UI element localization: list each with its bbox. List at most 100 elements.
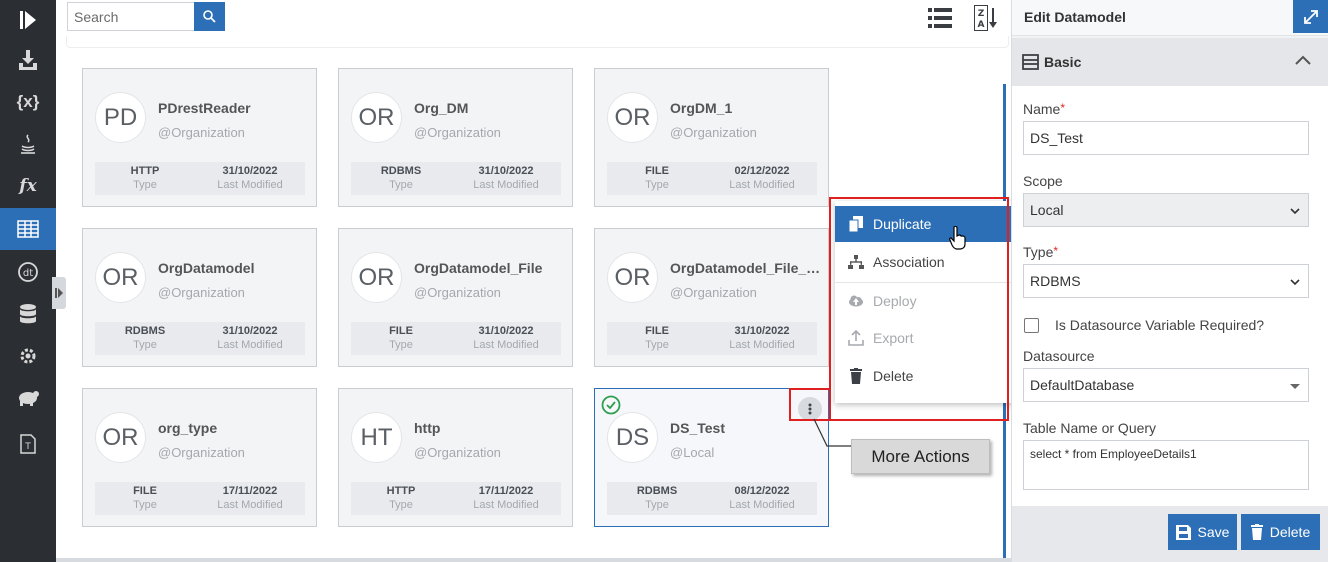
logo-play-icon[interactable] [0,0,56,40]
hadoop-icon[interactable] [0,378,56,418]
datamodel-card[interactable]: OR Org_DM @Organization RDBMS Type 31/10/2022… [338,68,573,207]
scope-value: Local [1030,202,1064,218]
card-type-label: Type [389,179,413,191]
search-button[interactable] [194,2,225,31]
more-actions-callout: More Actions [851,439,990,474]
card-meta: RDBMS Type 31/10/2022 Last Modified [351,162,561,195]
svg-text:Z: Z [978,9,985,19]
expand-diagonal-icon [1304,9,1318,24]
card-date-label: Last Modified [217,339,283,351]
card-modified: 31/10/2022 Last Modified [205,325,295,353]
card-date-label: Last Modified [729,179,795,191]
expand-panel-button[interactable] [1293,0,1328,33]
card-date-value: 08/12/2022 [734,485,790,497]
card-type-label: Type [133,499,157,511]
save-button[interactable]: Save [1168,514,1237,550]
card-name: http [414,420,441,436]
avatar: HT [351,412,402,463]
card-type-label: Type [133,339,157,351]
list-view-icon [928,8,952,28]
card-type: HTTP Type [356,485,446,513]
template-icon[interactable]: T [0,424,56,464]
datasource-label: Datasource [1023,348,1095,364]
card-scope: @Organization [158,285,245,300]
datatype-icon[interactable]: dt [0,252,56,292]
save-label: Save [1197,524,1230,540]
section-title: Basic [1044,54,1082,70]
name-field[interactable]: DS_Test [1023,121,1309,155]
avatar: OR [95,252,146,303]
scope-select[interactable]: Local [1023,193,1309,227]
card-date-value: 17/11/2022 [222,485,278,497]
datamodel-card[interactable]: OR OrgDatamodel_File_1... @Organization FIL… [594,228,829,367]
type-select[interactable]: RDBMS [1023,264,1309,298]
card-name: OrgDatamodel_File_1... [670,260,822,276]
datamodel-card[interactable]: OR OrgDM_1 @Organization FILE Type 02/12/2022… [594,68,829,207]
card-type-value: RDBMS [636,485,678,497]
datasource-variable-checkbox[interactable] [1024,318,1039,333]
datasource-select[interactable]: DefaultDatabase [1023,368,1309,402]
card-meta: FILE Type 31/10/2022 Last Modified [351,322,561,355]
list-view-button[interactable] [928,7,952,29]
card-date-label: Last Modified [217,179,283,191]
card-meta: FILE Type 31/10/2022 Last Modified [607,322,817,355]
card-scope: @Organization [414,285,501,300]
avatar: OR [95,412,146,463]
chevron-up-icon[interactable] [1294,54,1312,66]
database-icon[interactable] [0,294,56,334]
card-type-value: FILE [645,325,669,337]
variables-icon[interactable]: {x} [0,82,56,122]
query-textarea[interactable]: select * from EmployeeDetails1 [1023,440,1309,490]
card-date-value: 31/10/2022 [222,165,278,177]
avatar: OR [607,92,658,143]
card-type-value: HTTP [130,165,160,177]
settings-cog-icon[interactable] [0,336,56,376]
card-type-value: FILE [645,165,669,177]
collapse-rail-handle[interactable] [52,277,66,309]
avatar: DS [607,412,658,463]
panel-title: Edit Datamodel [1024,9,1126,25]
datamodel-card[interactable]: PD PDrestReader @Organization HTTP Type 31/10… [82,68,317,207]
card-date-label: Last Modified [217,499,283,511]
card-type-label: Type [389,499,413,511]
caret-down-icon [1290,384,1300,389]
card-type: HTTP Type [100,165,190,193]
card-modified: 02/12/2022 Last Modified [717,165,807,193]
card-type: FILE Type [612,165,702,193]
card-type-label: Type [389,339,413,351]
datamodel-card[interactable]: OR OrgDatamodel @Organization RDBMS Type 31/1… [82,228,317,367]
section-header-basic[interactable]: Basic [1012,38,1328,86]
search-input[interactable] [67,2,194,31]
highlight-frame-menu [829,197,1009,421]
card-type-label: Type [645,179,669,191]
java-icon[interactable] [0,124,56,164]
card-name: OrgDatamodel_File [414,260,543,276]
card-date-value: 31/10/2022 [222,325,278,337]
card-modified: 31/10/2022 Last Modified [461,165,551,193]
hand-cursor-icon [949,226,966,250]
card-date-value: 02/12/2022 [734,165,790,177]
expand-arrow-icon [55,288,63,298]
datamodel-table-icon[interactable] [0,208,56,250]
scope-label: Scope [1023,173,1063,189]
filter-bar-edge [66,36,1009,48]
import-icon[interactable] [0,40,56,80]
card-type-value: HTTP [386,485,416,497]
svg-text:T: T [24,442,31,452]
card-name: org_type [158,420,218,436]
highlight-frame-more [789,388,829,421]
card-name: PDrestReader [158,100,251,116]
card-scope: @Organization [414,445,501,460]
card-scope: @Local [670,445,715,460]
function-icon[interactable]: fx [0,166,56,206]
datamodel-card[interactable]: OR OrgDatamodel_File @Organization FILE Type… [338,228,573,367]
card-modified: 17/11/2022 Last Modified [461,485,551,513]
delete-button[interactable]: Delete [1241,514,1320,550]
basic-form: Name* DS_Test Scope Local Type* RDBMS Is… [1012,86,1328,506]
type-value: RDBMS [1030,273,1081,289]
datamodel-card[interactable]: HT http @Organization HTTP Type 17/11/2022 Las… [338,388,573,527]
datamodel-card[interactable]: OR org_type @Organization FILE Type 17/11/202… [82,388,317,527]
sort-button[interactable]: ZA [974,5,998,31]
type-label-text: Type [1023,244,1054,260]
card-type: FILE Type [100,485,190,513]
